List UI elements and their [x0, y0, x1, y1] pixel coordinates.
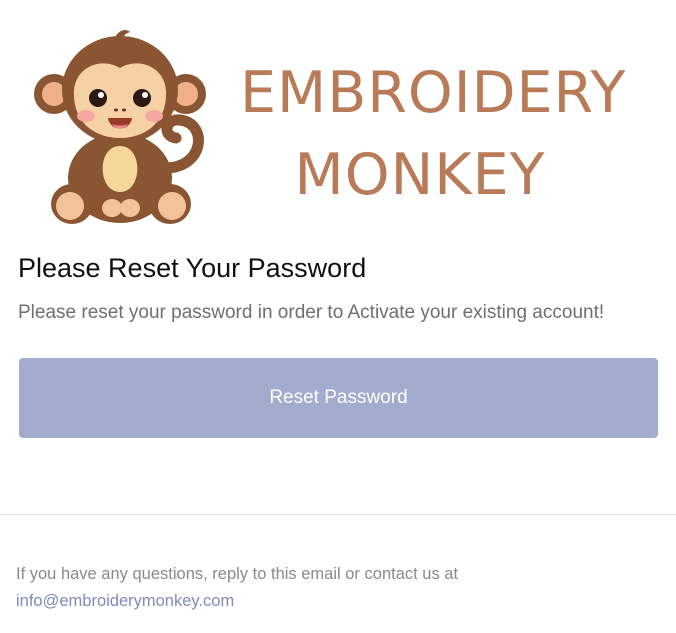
brand-line-1: EMBROIDERY [240, 60, 627, 126]
contact-email-link[interactable]: info@embroiderymonkey.com [16, 592, 234, 610]
page-title: Please Reset Your Password [18, 253, 367, 283]
reset-password-button[interactable]: Reset Password [19, 358, 658, 438]
logo: EMBROIDERY MONKEY [0, 0, 676, 235]
brand-wordmark: EMBROIDERY MONKEY [240, 52, 627, 216]
intro-message: Please reset your password in order to A… [18, 302, 605, 323]
brand-line-2: MONKEY [294, 142, 546, 208]
divider [0, 514, 676, 515]
monkey-mascot-icon [34, 30, 206, 224]
footer-text: If you have any questions, reply to this… [16, 565, 459, 583]
footer: If you have any questions, reply to this… [16, 561, 656, 615]
